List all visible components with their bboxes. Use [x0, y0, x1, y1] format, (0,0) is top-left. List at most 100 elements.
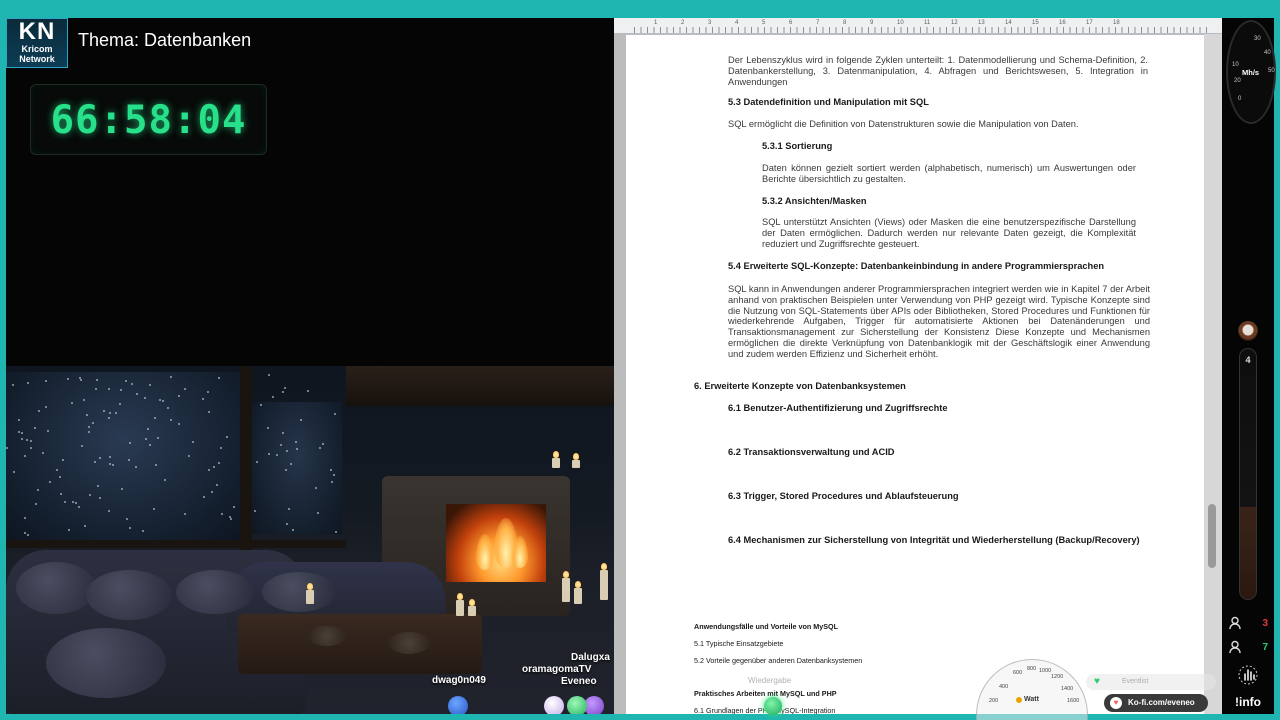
snowflake	[82, 398, 85, 401]
viewer-orb	[764, 697, 782, 715]
candle	[456, 593, 464, 616]
stream-left-panel: KN Kricom Network Thema: Datenbanken 66:…	[6, 18, 614, 714]
horizontal-ruler[interactable]: 1 2 3 4 5 6 7 8 9 10 11 12 13 14 15 16 17 18	[614, 18, 1222, 34]
pillow	[262, 572, 336, 612]
gauge-number: 40	[1264, 50, 1271, 56]
paragraph-5-3-2: SQL unterstützt Ansichten (Views) oder M…	[762, 217, 1136, 249]
snowflake	[23, 531, 26, 534]
person-icon	[1229, 616, 1241, 630]
heading-6-4: 6.4 Mechanismen zur Sicherstellung von I…	[728, 535, 1140, 545]
snowflake	[225, 435, 228, 438]
green-count: 7	[1262, 642, 1268, 653]
viewer-name: dwag0n049	[432, 675, 486, 686]
snowflake	[88, 493, 91, 496]
heading-6-3: 6.3 Trigger, Stored Procedures und Ablau…	[728, 491, 959, 501]
outline-item: 5.2 Vorteile gegenüber anderen Datenbank…	[694, 656, 863, 665]
watt-label: Watt	[1024, 696, 1039, 703]
snowflake	[314, 487, 317, 490]
candle	[600, 563, 608, 600]
document-scrollbar[interactable]	[1204, 34, 1222, 714]
hashrate-gauge: 30 40 50 10 20 0 Mh/s	[1226, 20, 1276, 124]
kofi-cup-icon: ♥	[1110, 697, 1122, 709]
viewer-name: Eveneo	[561, 676, 597, 687]
gauge-number: 1200	[1051, 674, 1064, 680]
plate	[308, 626, 346, 646]
snowflake	[163, 478, 166, 481]
heading-5-4: 5.4 Erweiterte SQL-Konzepte: Datenbankei…	[728, 261, 1105, 271]
snowflake	[161, 399, 164, 402]
snowflake	[80, 378, 83, 381]
pillow	[46, 628, 166, 698]
gauge-number: 30	[1254, 36, 1261, 42]
snowflake	[111, 463, 114, 466]
ruler-number: 12	[951, 20, 958, 26]
logo-line-2: Network	[19, 54, 55, 64]
gauge-number: 20	[1234, 78, 1241, 84]
pillow	[86, 570, 172, 620]
snowflake	[23, 516, 26, 519]
snowflake	[201, 397, 204, 400]
outline-item: 5.1 Typische Einsatzgebiete	[694, 639, 784, 648]
lifecycle-paragraph: Der Lebenszyklus wird in folgende Zyklen…	[728, 55, 1148, 87]
snowflake	[284, 468, 287, 471]
snowflake	[119, 402, 122, 405]
snowflake	[36, 488, 39, 491]
red-user-counter: 3	[1228, 616, 1272, 632]
snowflake	[282, 390, 285, 393]
candle	[468, 599, 476, 616]
snowflake	[99, 456, 102, 459]
coffee-meter-label: 4	[1245, 355, 1251, 365]
snowflake	[284, 387, 287, 390]
heading-6: 6. Erweiterte Konzepte von Datenbanksyst…	[694, 381, 906, 391]
snowflake	[287, 507, 290, 510]
snowflake	[20, 431, 23, 434]
snowflake	[6, 446, 8, 449]
snowflake	[232, 505, 235, 508]
snowflake	[37, 410, 40, 413]
heart-overlay: ♥ Eventlist	[1086, 674, 1216, 690]
person-icon	[1229, 640, 1241, 654]
snowflake	[108, 463, 111, 466]
snowflake	[268, 452, 271, 455]
snowflake	[307, 390, 310, 393]
ruler-number: 4	[735, 20, 739, 26]
small-heading-php: Praktisches Arbeiten mit MySQL und PHP	[694, 689, 837, 698]
kofi-link[interactable]: ♥ Ko-fi.com/eveneo	[1104, 694, 1208, 712]
snowflake	[183, 513, 186, 516]
viewer-name: Dalugxa	[571, 652, 610, 663]
scrollbar-thumb[interactable]	[1208, 504, 1216, 568]
ceiling-beams	[346, 366, 614, 406]
ruler-number: 1	[654, 20, 658, 26]
window-sill	[6, 540, 346, 548]
snowflake	[334, 531, 337, 534]
heading-5-3-2: 5.3.2 Ansichten/Masken	[762, 196, 867, 206]
snowflake	[87, 430, 90, 433]
pillow	[176, 570, 254, 614]
snowflake	[107, 509, 110, 512]
candle	[552, 451, 560, 468]
pillow	[16, 562, 96, 614]
faded-overlay-text: Wiedergabe	[748, 676, 792, 685]
snowflake	[55, 469, 58, 471]
ruler-number: 15	[1032, 20, 1039, 26]
candle	[574, 581, 582, 604]
logo-line-1: Kricom	[21, 44, 53, 54]
document-page[interactable]: Der Lebenszyklus wird in folgende Zyklen…	[626, 35, 1204, 714]
snowflake	[154, 463, 157, 466]
viewer-orb	[567, 696, 587, 714]
gauge-number: 10	[1232, 62, 1239, 68]
viewer-orb	[544, 696, 564, 714]
info-hand-icon	[1238, 665, 1258, 685]
snowflake	[158, 398, 161, 401]
snowflake	[26, 381, 29, 384]
snowflake	[210, 490, 213, 493]
snowflake	[192, 440, 195, 443]
info-command: !info	[1235, 695, 1261, 709]
paragraph-5-3: SQL ermöglicht die Definition von Datens…	[728, 119, 1079, 129]
gauge-number: 50	[1268, 68, 1275, 74]
gauge-unit: Mh/s	[1242, 68, 1260, 77]
coffee-table	[238, 614, 482, 674]
fireplace-fire	[446, 504, 546, 582]
kricom-network-logo: KN Kricom Network	[6, 18, 68, 68]
snowy-window-left	[6, 372, 242, 540]
